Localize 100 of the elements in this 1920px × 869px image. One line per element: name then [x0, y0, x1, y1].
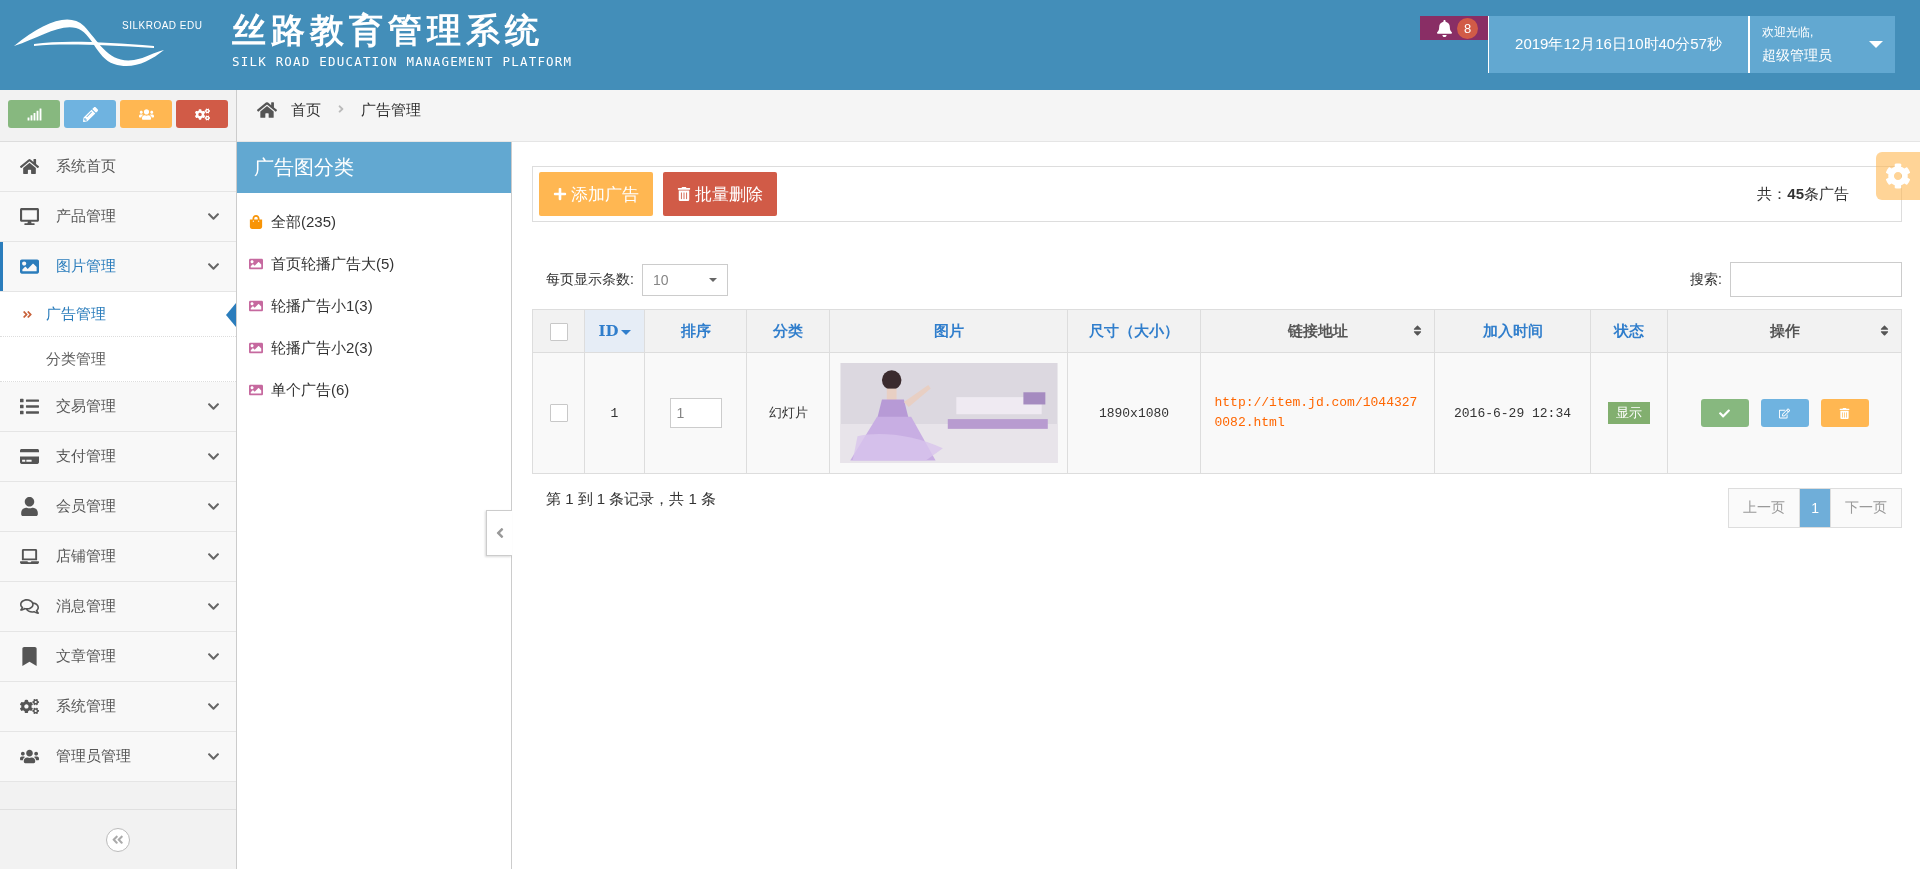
menu-item[interactable]: 管理员管理 — [0, 732, 236, 782]
app-subtitle: SILK ROAD EDUCATION MANAGEMENT PLATFORM — [232, 54, 573, 69]
signal-bars-icon — [26, 106, 42, 122]
shortcut-button[interactable] — [120, 100, 172, 128]
column-header[interactable]: ID — [598, 322, 619, 340]
column-header[interactable]: 加入时间 — [1482, 321, 1543, 341]
category-item[interactable]: 全部(235) — [237, 201, 511, 243]
size-cell: 1890x1080 — [1098, 406, 1170, 421]
search-label: 搜索: — [1690, 270, 1722, 289]
column-header[interactable]: 图片 — [933, 321, 964, 341]
people-icon — [138, 106, 154, 122]
caret-icon — [708, 277, 717, 282]
page-size-select[interactable]: 10 — [641, 263, 728, 296]
category-item[interactable]: 轮播广告小1(3) — [237, 285, 511, 327]
home-icon — [19, 157, 39, 176]
category-panel-title: 广告图分类 — [237, 142, 511, 193]
bell-icon — [1436, 19, 1453, 37]
menu-item[interactable]: 消息管理 — [0, 582, 236, 632]
logo-text: SILKROAD EDU — [122, 20, 203, 31]
records-info: 第 1 到 1 条记录，共 1 条 — [546, 490, 717, 509]
menu-label: 文章管理 — [56, 647, 117, 666]
menu-item[interactable]: 会员管理 — [0, 482, 236, 532]
image-icon — [19, 257, 39, 276]
chevron-down-icon — [207, 750, 220, 763]
chevron-down-icon — [207, 500, 220, 513]
category-label: 首页轮播广告大(5) — [271, 254, 395, 274]
menu-label: 图片管理 — [56, 257, 117, 276]
sort-icon — [1878, 324, 1891, 337]
category-label: 轮播广告小2(3) — [271, 338, 373, 358]
sort-down-icon — [620, 329, 631, 335]
user-name: 超级管理员 — [1762, 47, 1832, 65]
sort-icon — [1411, 324, 1424, 337]
menu-item[interactable]: 图片管理 — [0, 242, 236, 292]
shortcut-button[interactable] — [8, 100, 60, 128]
submenu-item[interactable]: 分类管理 — [0, 337, 236, 382]
laptop-icon — [19, 547, 39, 566]
menu-item[interactable]: 交易管理 — [0, 382, 236, 432]
menu-label: 交易管理 — [56, 397, 117, 416]
notification-count: 8 — [1457, 17, 1478, 39]
chevron-down-icon — [207, 550, 220, 563]
edit-button[interactable] — [1760, 399, 1809, 427]
notification-button[interactable]: 8 — [1420, 16, 1488, 40]
category-cell: 幻灯片 — [768, 405, 808, 420]
app-title: 丝路教育管理系统 — [232, 10, 545, 50]
column-header[interactable]: 分类 — [773, 321, 803, 341]
menu-item[interactable]: 店铺管理 — [0, 532, 236, 582]
pencil-icon — [82, 106, 98, 122]
menu-label: 会员管理 — [56, 497, 117, 516]
trash-icon — [1839, 407, 1850, 419]
total-count: 共：45条广告 — [1757, 184, 1849, 204]
settings-button[interactable] — [1876, 152, 1920, 200]
gears-icon — [194, 106, 210, 122]
shortcut-button[interactable] — [176, 100, 228, 128]
delete-button[interactable] — [1820, 399, 1869, 427]
category-item[interactable]: 首页轮播广告大(5) — [237, 243, 511, 285]
image-icon — [249, 299, 263, 313]
menu-label: 系统首页 — [56, 157, 117, 176]
menu-item[interactable]: 产品管理 — [0, 192, 236, 242]
home-icon — [257, 100, 277, 120]
order-field[interactable]: 1 — [669, 398, 722, 428]
menu-item[interactable]: 文章管理 — [0, 632, 236, 682]
column-header[interactable]: 排序 — [680, 321, 711, 341]
page-size-label: 每页显示条数: — [546, 270, 634, 289]
category-item[interactable]: 轮播广告小2(3) — [237, 327, 511, 369]
menu-label: 管理员管理 — [56, 747, 132, 766]
menu-item[interactable]: 系统首页 — [0, 142, 236, 192]
edit-icon — [1779, 407, 1790, 419]
menu-label: 店铺管理 — [56, 547, 117, 566]
caret-icon — [1869, 41, 1883, 48]
category-item[interactable]: 单个广告(6) — [237, 369, 511, 411]
menu-item[interactable]: 支付管理 — [0, 432, 236, 482]
gears-icon — [19, 697, 39, 716]
select-all-checkbox[interactable] — [549, 322, 568, 341]
image-icon — [249, 257, 263, 271]
column-header[interactable]: 状态 — [1614, 321, 1644, 341]
submenu-item[interactable]: 广告管理 — [0, 292, 236, 337]
collapse-panel-button[interactable] — [486, 510, 512, 556]
row-checkbox[interactable] — [549, 404, 568, 422]
current-datetime: 2019年12月16日10时40分57秒 — [1488, 16, 1748, 73]
collapse-sidebar-button[interactable] — [106, 827, 130, 852]
menu-label: 消息管理 — [56, 597, 117, 616]
bag-icon — [249, 215, 263, 229]
double-arrow-icon — [22, 308, 33, 320]
bookmark-icon — [19, 647, 39, 666]
shortcut-button[interactable] — [64, 100, 116, 128]
menu-label: 产品管理 — [56, 207, 117, 226]
approve-button[interactable] — [1700, 399, 1749, 427]
image-icon — [249, 383, 263, 397]
user-icon — [19, 497, 39, 516]
submenu-label: 广告管理 — [46, 304, 107, 324]
breadcrumb-link[interactable]: 首页 — [291, 100, 321, 120]
check-icon — [1719, 407, 1730, 419]
menu-item[interactable]: 系统管理 — [0, 682, 236, 732]
settings-icon — [1885, 163, 1911, 189]
welcome-text: 欢迎光临, — [1762, 24, 1815, 41]
column-header[interactable]: 操作 — [1769, 321, 1800, 341]
search-field[interactable] — [1730, 262, 1902, 297]
delete-button[interactable]: 批量删除 — [663, 172, 777, 216]
people-icon — [19, 747, 39, 766]
column-header[interactable]: 链接地址 — [1287, 321, 1348, 341]
